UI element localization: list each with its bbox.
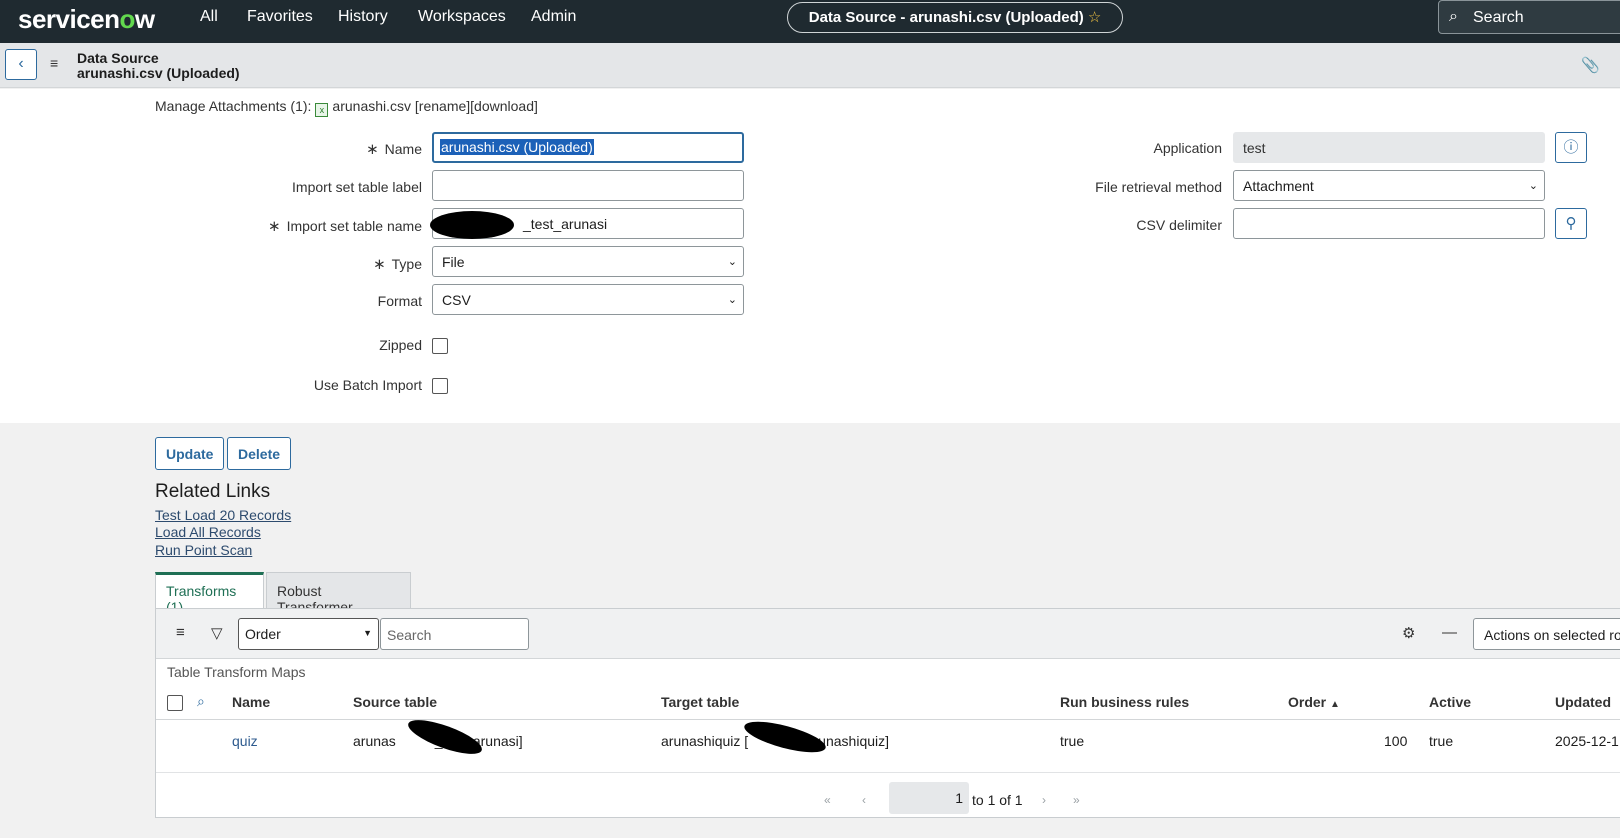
column-header-run-business-rules[interactable]: Run business rules [1060, 694, 1189, 710]
related-links-title: Related Links [155, 481, 271, 502]
gear-icon[interactable]: ⚙ [1402, 624, 1415, 642]
manage-attachments-label[interactable]: Manage Attachments (1): [155, 98, 311, 114]
global-search[interactable]: ⌕ Search [1438, 0, 1620, 34]
column-header-name[interactable]: Name [232, 694, 270, 710]
update-button[interactable]: Update [155, 437, 225, 470]
select-all-checkbox[interactable] [167, 695, 183, 711]
csv-delimiter-input[interactable] [1233, 208, 1545, 239]
sort-ascending-icon: ▲ [1330, 699, 1340, 710]
nav-history[interactable]: History [338, 8, 388, 26]
row-updated: 2025-12-1 [1555, 733, 1619, 749]
column-header-updated[interactable]: Updated [1555, 694, 1611, 710]
column-header-active[interactable]: Active [1429, 694, 1471, 710]
column-header-source-table[interactable]: Source table [353, 694, 437, 710]
list-caption: Table Transform Maps [167, 664, 306, 680]
servicenow-logo[interactable]: servicenow [18, 4, 155, 35]
chevron-down-icon: ⌄ [1528, 180, 1538, 192]
required-icon: ∗ [373, 256, 386, 273]
form-record-name: arunashi.csv (Uploaded) [77, 65, 240, 81]
column-header-order[interactable]: Order ▲ [1288, 694, 1340, 710]
form-table-name: Data Source [77, 50, 159, 66]
required-icon: ∗ [366, 141, 379, 158]
file-retrieval-method-select[interactable]: Attachment ⌄ [1233, 170, 1545, 201]
form-body: Manage Attachments (1): x arunashi.csv [re… [0, 89, 1620, 423]
page-number-input[interactable]: 1 [889, 782, 969, 814]
next-page-icon[interactable]: › [1042, 793, 1046, 807]
form-header: ‹ ≡ Data Source arunashi.csv (Uploaded) … [0, 43, 1620, 88]
name-label: ∗ Name [366, 141, 422, 158]
delete-button[interactable]: Delete [227, 437, 292, 470]
attachment-actions[interactable]: [rename][download] [415, 98, 538, 114]
zipped-checkbox[interactable] [432, 338, 448, 354]
name-input[interactable]: arunashi.csv (Uploaded) [432, 132, 744, 163]
collapse-icon[interactable]: — [1442, 624, 1457, 641]
top-navigation: servicenow All Favorites History Workspa… [0, 0, 1620, 43]
application-field: test [1233, 132, 1545, 163]
file-retrieval-method-label: File retrieval method [1095, 179, 1222, 195]
last-page-icon[interactable]: » [1073, 793, 1080, 807]
attachment-icon[interactable]: 📎 [1581, 56, 1600, 74]
format-label: Format [377, 293, 422, 309]
type-label: ∗ Type [373, 256, 422, 273]
first-page-icon[interactable]: « [824, 793, 831, 807]
related-list: ≡ ▽ Order ▼ Search ⚙ — Actions on selecte… [155, 608, 1620, 818]
nav-favorites[interactable]: Favorites [247, 8, 313, 26]
redaction-mark [741, 715, 829, 759]
header-divider [156, 719, 1620, 720]
application-label: Application [1153, 140, 1223, 156]
search-icon: ⌕ [1449, 8, 1458, 25]
tab-robust-transformer[interactable]: Robust Transformer [266, 572, 411, 615]
column-header-target-table[interactable]: Target table [661, 694, 739, 710]
record-title: Data Source - arunashi.csv (Uploaded) [808, 9, 1084, 26]
run-point-scan-link[interactable]: Run Point Scan [155, 542, 252, 558]
csv-file-icon: x [315, 103, 329, 117]
nav-workspaces[interactable]: Workspaces [418, 8, 506, 26]
filter-icon[interactable]: ▽ [211, 624, 223, 642]
nav-all[interactable]: All [200, 8, 218, 26]
favorite-star-icon[interactable]: ☆ [1088, 9, 1101, 26]
record-title-pill[interactable]: Data Source - arunashi.csv (Uploaded) ☆ [787, 2, 1123, 33]
tab-transforms[interactable]: Transforms (1) [155, 572, 264, 615]
list-search-input[interactable]: Search [380, 618, 529, 650]
zipped-label: Zipped [379, 337, 422, 353]
row-active: true [1429, 733, 1454, 749]
back-button[interactable]: ‹ [5, 49, 37, 80]
format-select[interactable]: CSV ⌄ [432, 284, 744, 315]
row-run-business-rules: true [1060, 733, 1085, 749]
previous-page-icon[interactable]: ‹ [862, 793, 866, 807]
test-load-20-records-link[interactable]: Test Load 20 Records [155, 507, 291, 523]
row-divider [156, 772, 1620, 773]
page-range: to 1 of 1 [972, 792, 1023, 808]
import-set-table-label-label: Import set table label [292, 179, 422, 195]
required-icon: ∗ [268, 218, 281, 235]
row-order: 100 [1384, 733, 1408, 749]
redaction-mark [430, 211, 514, 239]
caret-down-icon: ▼ [363, 628, 372, 638]
use-batch-import-label: Use Batch Import [313, 377, 422, 393]
actions-on-selected-rows-select[interactable]: Actions on selected rows... [1473, 618, 1620, 650]
search-field-select[interactable]: Order ▼ [238, 618, 379, 650]
list-toolbar: ≡ ▽ Order ▼ Search ⚙ — Actions on selecte… [156, 609, 1620, 659]
use-batch-import-checkbox[interactable] [432, 378, 448, 394]
row-name-link[interactable]: quiz [232, 733, 258, 749]
type-select[interactable]: File ⌄ [432, 246, 744, 277]
lightbulb-icon[interactable]: ⚲ [1555, 208, 1587, 239]
csv-delimiter-label: CSV delimiter [1136, 217, 1222, 233]
chevron-down-icon: ⌄ [727, 294, 737, 306]
list-menu-icon[interactable]: ≡ [176, 624, 185, 641]
column-search-icon[interactable]: ⌕ [197, 693, 205, 710]
import-set-table-name-label: ∗ Import set table name [268, 218, 422, 235]
attachment-filename[interactable]: arunashi.csv [332, 98, 411, 114]
manage-attachments: Manage Attachments (1): x arunashi.csv [re… [155, 98, 538, 117]
chevron-down-icon: ⌄ [727, 256, 737, 268]
global-search-placeholder: Search [1473, 9, 1524, 26]
nav-admin[interactable]: Admin [531, 8, 576, 26]
import-set-table-label-input[interactable] [432, 170, 744, 201]
load-all-records-link[interactable]: Load All Records [155, 524, 261, 540]
info-icon[interactable]: ⓘ [1555, 132, 1587, 163]
context-menu-icon[interactable]: ≡ [50, 55, 58, 71]
